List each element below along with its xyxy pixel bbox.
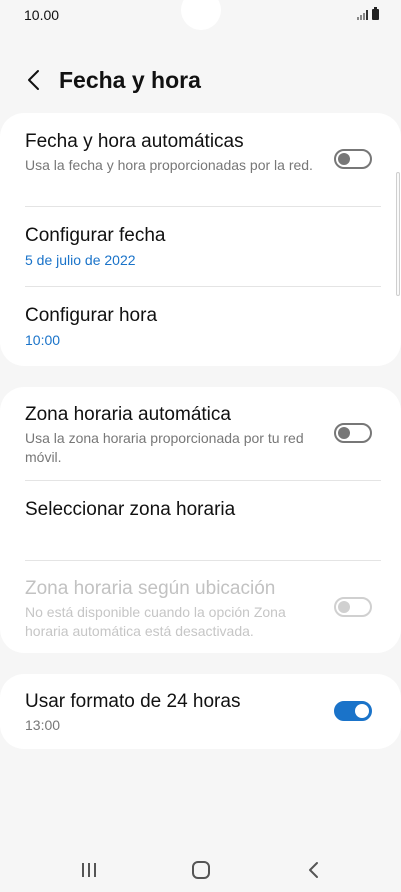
home-icon xyxy=(192,861,210,879)
back-button[interactable] xyxy=(20,66,48,94)
location-timezone-row: Zona horaria según ubicación No está dis… xyxy=(0,561,401,653)
auto-timezone-row[interactable]: Zona horaria automática Usa la zona hora… xyxy=(0,387,401,480)
use-24h-title: Usar formato de 24 horas xyxy=(25,691,241,712)
select-timezone-row[interactable]: Seleccionar zona horaria xyxy=(0,481,401,560)
home-button[interactable] xyxy=(181,850,221,890)
auto-timezone-title: Zona horaria automática xyxy=(25,404,231,425)
use-24h-row[interactable]: Usar formato de 24 horas 13:00 xyxy=(0,674,401,749)
timezone-card: Zona horaria automática Usa la zona hora… xyxy=(0,387,401,653)
set-date-row[interactable]: Configurar fecha 5 de julio de 2022 xyxy=(0,207,401,286)
battery-icon xyxy=(372,7,379,20)
set-time-value: 10:00 xyxy=(25,332,61,348)
location-timezone-toggle xyxy=(334,597,372,617)
signal-icon xyxy=(357,9,368,20)
date-time-card: Fecha y hora automáticas Usa la fecha y … xyxy=(0,113,401,366)
nav-back-icon xyxy=(309,862,318,878)
status-time: 10.00 xyxy=(24,7,60,23)
location-timezone-title: Zona horaria según ubicación xyxy=(25,578,276,599)
set-time-row[interactable]: Configurar hora 10:00 xyxy=(0,287,401,366)
location-timezone-subtitle: No está disponible cuando la opción Zona… xyxy=(25,604,286,639)
use-24h-value: 13:00 xyxy=(25,717,61,733)
select-timezone-title: Seleccionar zona horaria xyxy=(25,499,236,520)
recents-icon xyxy=(82,863,96,877)
time-format-card: Usar formato de 24 horas 13:00 xyxy=(0,674,401,749)
auto-date-time-toggle[interactable] xyxy=(334,149,372,169)
auto-date-time-subtitle: Usa la fecha y hora proporcionadas por l… xyxy=(25,157,313,173)
auto-timezone-toggle[interactable] xyxy=(334,423,372,443)
status-icons xyxy=(357,7,379,20)
auto-timezone-subtitle: Usa la zona horaria proporcionada por tu… xyxy=(25,430,304,465)
scrollbar[interactable] xyxy=(396,172,400,296)
status-bar: 10.00 xyxy=(0,0,401,30)
page-title: Fecha y hora xyxy=(59,67,201,93)
app-header: Fecha y hora xyxy=(0,62,401,102)
auto-date-time-row[interactable]: Fecha y hora automáticas Usa la fecha y … xyxy=(0,113,401,206)
use-24h-toggle[interactable] xyxy=(334,701,372,721)
auto-date-time-title: Fecha y hora automáticas xyxy=(25,131,244,152)
navigation-bar xyxy=(0,844,401,892)
nav-back-button[interactable] xyxy=(294,850,334,890)
camera-notch xyxy=(181,0,221,30)
set-date-value: 5 de julio de 2022 xyxy=(25,252,136,268)
set-date-title: Configurar fecha xyxy=(25,225,166,246)
set-time-title: Configurar hora xyxy=(25,305,158,326)
chevron-left-icon xyxy=(28,70,39,90)
recents-button[interactable] xyxy=(69,850,109,890)
